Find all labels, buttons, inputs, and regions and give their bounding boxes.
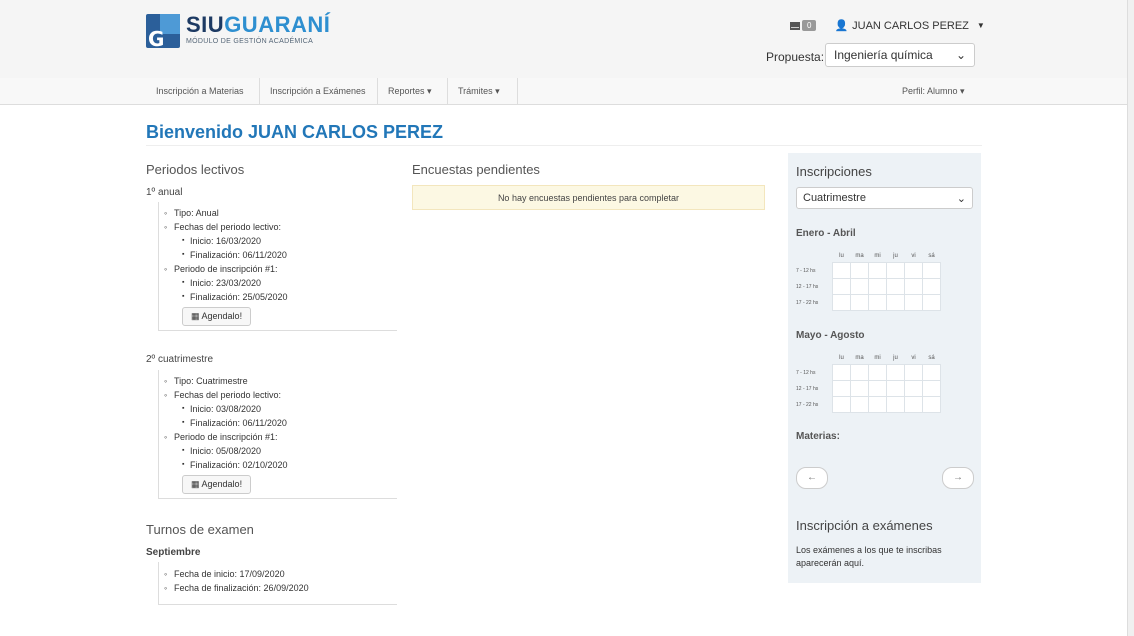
nav-perfil[interactable]: Perfil: Alumno ▾ bbox=[902, 78, 965, 104]
calendar-icon: ▦ bbox=[191, 479, 200, 489]
list-item: Finalización: 06/11/2020 bbox=[160, 248, 288, 262]
list-item: Fecha de finalización: 26/09/2020 bbox=[160, 581, 309, 595]
encuestas-notice: No hay encuestas pendientes para complet… bbox=[412, 185, 765, 210]
brand-siu: SIU bbox=[186, 12, 225, 37]
propuesta-label: Propuesta: bbox=[766, 50, 825, 64]
chevron-down-icon: ⌄ bbox=[955, 48, 966, 62]
agendalo-label: Agendalo! bbox=[201, 311, 243, 321]
list-item: Fechas del periodo lectivo: bbox=[160, 220, 288, 234]
list-item: Fecha de inicio: 17/09/2020 bbox=[160, 567, 309, 581]
list-item: Periodo de inscripción #1: bbox=[160, 262, 288, 276]
page-title: Bienvenido JUAN CARLOS PEREZ bbox=[146, 122, 444, 142]
chevron-down-icon[interactable]: ▼ bbox=[977, 21, 985, 30]
user-icon: 👤 bbox=[834, 20, 849, 32]
title-divider bbox=[146, 145, 982, 146]
mail-icon[interactable] bbox=[790, 21, 800, 30]
logo[interactable]: G SIUGUARANÍ MÓDULO DE GESTIÓN ACADÉMICA bbox=[146, 12, 331, 51]
list-item: Finalización: 25/05/2020 bbox=[160, 290, 288, 304]
schedule-grid: lu ma mi ju vi sá 7 - 12 hs 12 - 17 hs 17 - 2… bbox=[796, 250, 941, 311]
calendar-icon: ▦ bbox=[191, 311, 200, 321]
examenes-text: Los exámenes a los que te inscribas apar… bbox=[796, 545, 942, 568]
turno-details: Fecha de inicio: 17/09/2020 Fecha de fin… bbox=[160, 567, 309, 595]
examenes-title: Inscripción a exámenes bbox=[796, 518, 933, 533]
schedule-grid: lu ma mi ju vi sá 7 - 12 hs 12 - 17 hs 17 - 2… bbox=[796, 352, 941, 413]
user-name[interactable]: JUAN CARLOS PEREZ bbox=[852, 20, 969, 32]
turno-name: Septiembre bbox=[146, 547, 201, 558]
list-item: Tipo: Anual bbox=[160, 206, 288, 220]
inscripciones-title: Inscripciones bbox=[796, 164, 872, 179]
propuesta-value: Ingeniería química bbox=[834, 48, 933, 62]
user-toolbar: 0 👤 JUAN CARLOS PEREZ ▼ bbox=[790, 19, 985, 32]
list-item: Inicio: 03/08/2020 bbox=[160, 402, 288, 416]
propuesta-select[interactable]: Ingeniería química ⌄ bbox=[825, 43, 975, 67]
nav-reportes[interactable]: Reportes ▾ bbox=[378, 78, 448, 104]
arrow-right-icon[interactable]: → bbox=[942, 467, 974, 489]
list-item: Inicio: 16/03/2020 bbox=[160, 234, 288, 248]
encuestas-title: Encuestas pendientes bbox=[412, 162, 540, 177]
nav-inscripcion-materias[interactable]: Inscripción a Materias bbox=[146, 78, 260, 104]
period-label: Mayo - Agosto bbox=[796, 330, 865, 341]
main-nav: Inscripción a Materias Inscripción a Exá… bbox=[0, 78, 1127, 105]
cuatrimestre-select[interactable]: Cuatrimestre ⌄ bbox=[796, 187, 973, 209]
list-item: Periodo de inscripción #1: bbox=[160, 430, 288, 444]
list-item: Inicio: 23/03/2020 bbox=[160, 276, 288, 290]
logo-mark-icon: G bbox=[146, 14, 180, 51]
list-item: Inicio: 05/08/2020 bbox=[160, 444, 288, 458]
brand-guarani: GUARANÍ bbox=[224, 12, 331, 37]
arrow-left-icon[interactable]: ← bbox=[796, 467, 828, 489]
page-scrollbar[interactable] bbox=[1127, 0, 1134, 636]
periodo-details: Tipo: Cuatrimestre Fechas del periodo le… bbox=[160, 374, 288, 472]
mail-count-badge[interactable]: 0 bbox=[802, 20, 817, 31]
agendalo-button[interactable]: ▦ Agendalo! bbox=[182, 475, 252, 494]
periodo-details: Tipo: Anual Fechas del periodo lectivo: … bbox=[160, 206, 288, 304]
agendalo-label: Agendalo! bbox=[201, 479, 243, 489]
chevron-down-icon: ⌄ bbox=[956, 192, 966, 205]
nav-tramites[interactable]: Trámites ▾ bbox=[448, 78, 518, 104]
cuatrimestre-value: Cuatrimestre bbox=[803, 192, 866, 204]
list-item: Finalización: 06/11/2020 bbox=[160, 416, 288, 430]
nav-inscripcion-examenes[interactable]: Inscripción a Exámenes bbox=[260, 78, 378, 104]
list-item: Finalización: 02/10/2020 bbox=[160, 458, 288, 472]
periodo-name: 2º cuatrimestre bbox=[146, 354, 214, 365]
periodos-title: Periodos lectivos bbox=[146, 162, 245, 177]
header: G SIUGUARANÍ MÓDULO DE GESTIÓN ACADÉMICA… bbox=[0, 0, 1127, 79]
period-label: Enero - Abril bbox=[796, 228, 856, 239]
list-item: Fechas del periodo lectivo: bbox=[160, 388, 288, 402]
turnos-title: Turnos de examen bbox=[146, 522, 254, 537]
agendalo-button[interactable]: ▦ Agendalo! bbox=[182, 307, 252, 326]
brand-subtitle: MÓDULO DE GESTIÓN ACADÉMICA bbox=[186, 38, 314, 45]
materias-label: Materias: bbox=[796, 431, 840, 442]
periodo-name: 1º anual bbox=[146, 187, 183, 198]
list-item: Tipo: Cuatrimestre bbox=[160, 374, 288, 388]
